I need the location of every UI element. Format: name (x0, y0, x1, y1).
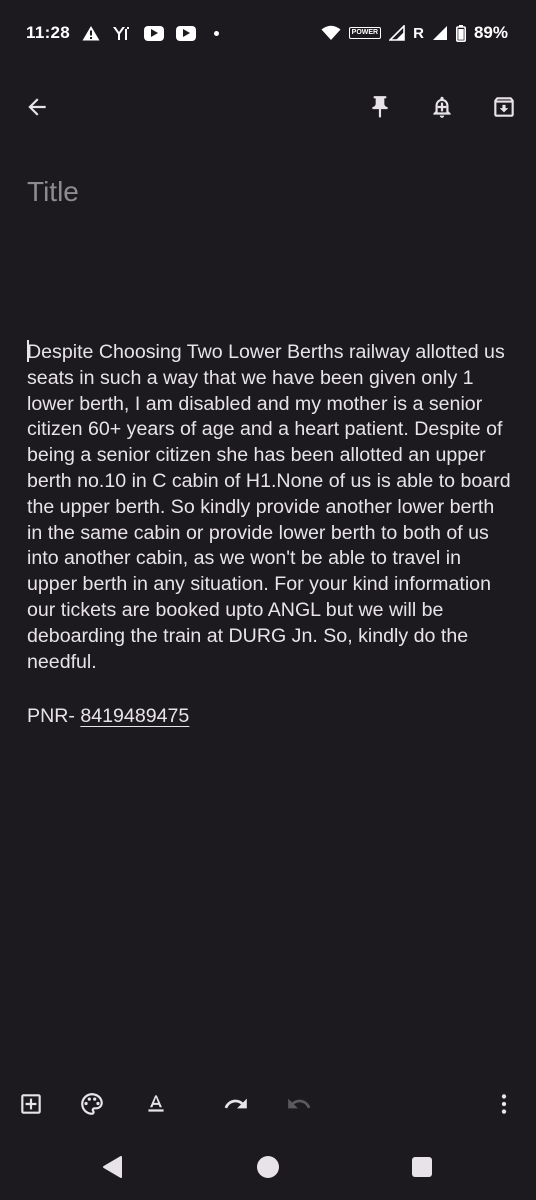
signal-icon (432, 25, 448, 41)
undo-button[interactable] (214, 1084, 258, 1128)
battery-icon (455, 24, 466, 42)
system-nav-bar (0, 1146, 536, 1192)
pin-button[interactable] (356, 78, 404, 140)
undo-icon (223, 1091, 249, 1122)
add-box-icon (18, 1091, 44, 1122)
status-time: 11:28 (26, 23, 71, 42)
redo-button[interactable] (277, 1084, 321, 1128)
note-body-text: Despite Choosing Two Lower Berths railwa… (27, 341, 517, 673)
text-format-icon (143, 1091, 169, 1122)
pnr-phone-link[interactable]: 8419489475 (80, 705, 189, 727)
app-notification-icon (112, 25, 132, 41)
text-format-button[interactable] (134, 1084, 178, 1128)
pin-icon (367, 94, 393, 125)
reminder-bell-icon (429, 94, 455, 125)
pnr-line: PNR- 8419489475 (27, 705, 189, 728)
palette-icon (79, 1091, 105, 1122)
top-app-bar (0, 78, 536, 140)
back-arrow-icon (24, 94, 50, 125)
youtube-icon (144, 25, 165, 41)
pnr-label: PNR- (27, 705, 81, 727)
add-content-button[interactable] (9, 1084, 53, 1128)
network-type: R (413, 24, 424, 42)
status-left: 11:28 (26, 23, 220, 43)
note-body-input[interactable]: Despite Choosing Two Lower Berths railwa… (27, 340, 513, 675)
nav-back-button[interactable] (90, 1146, 136, 1192)
nav-back-icon (101, 1155, 125, 1184)
signal-roaming-icon (389, 25, 405, 41)
battery-percent: 89% (473, 23, 508, 42)
reminder-button[interactable] (418, 78, 466, 140)
more-options-button[interactable] (482, 1084, 526, 1128)
nav-recents-button[interactable] (399, 1146, 445, 1192)
wifi-icon (321, 25, 341, 41)
more-vert-icon (491, 1091, 517, 1122)
status-bar: 11:28 POWER R 89% (0, 0, 536, 66)
nav-recents-icon (411, 1156, 433, 1183)
back-button[interactable] (13, 78, 61, 140)
redo-icon (286, 1091, 312, 1122)
nav-home-icon (256, 1155, 280, 1184)
archive-button[interactable] (480, 78, 528, 140)
background-options-button[interactable] (70, 1084, 114, 1128)
youtube-icon (176, 25, 197, 41)
nav-home-button[interactable] (245, 1146, 291, 1192)
note-editor-screen: 11:28 POWER R 89% Title Despite Choosing… (0, 0, 536, 1200)
more-notifications-dot (214, 30, 220, 36)
archive-icon (491, 94, 517, 125)
alert-icon (82, 25, 100, 41)
vpn-icon: POWER (348, 27, 382, 39)
title-input[interactable]: Title (27, 176, 507, 208)
bottom-toolbar (0, 1084, 536, 1128)
status-right: POWER R 89% (321, 23, 508, 43)
